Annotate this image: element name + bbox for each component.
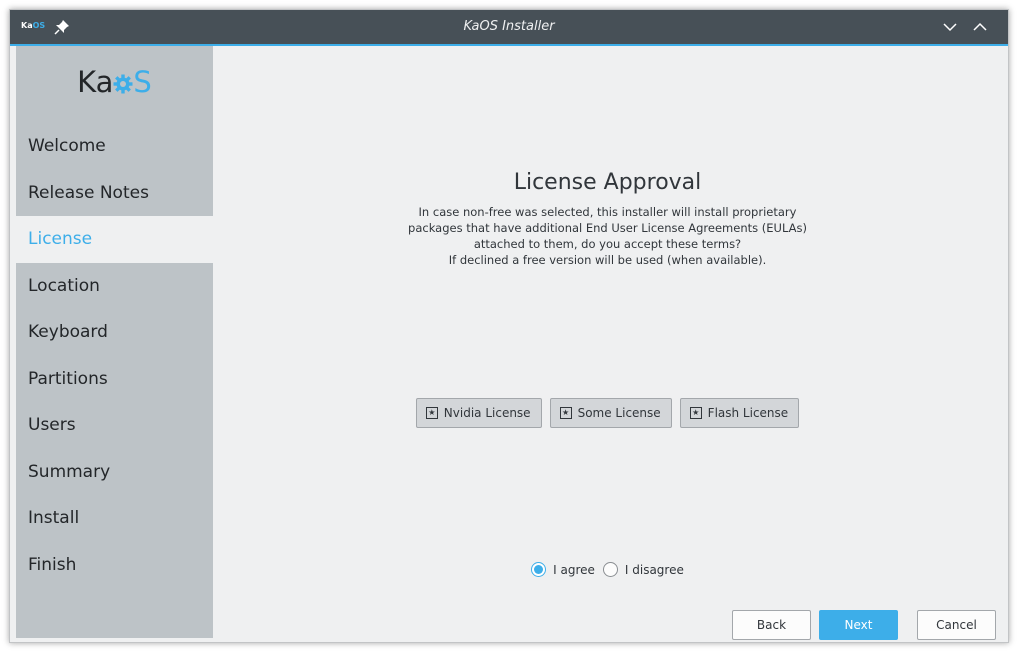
agreement-options: I agree I disagree	[213, 562, 1002, 577]
step-users[interactable]: Users	[16, 402, 213, 449]
disagree-radio[interactable]	[602, 562, 618, 577]
maximize-icon[interactable]	[972, 20, 988, 34]
window-title: KaOS Installer	[463, 19, 555, 34]
step-partitions[interactable]: Partitions	[16, 356, 213, 403]
next-button[interactable]: Next	[819, 610, 898, 640]
step-license[interactable]: License	[16, 216, 213, 263]
cancel-button[interactable]: Cancel	[917, 610, 996, 640]
back-button[interactable]: Back	[732, 610, 811, 640]
step-location[interactable]: Location	[16, 263, 213, 310]
step-finish[interactable]: Finish	[16, 542, 213, 589]
star-icon: ★	[425, 407, 438, 419]
some-license-button[interactable]: ★ Some License	[549, 398, 672, 428]
nvidia-license-button[interactable]: ★ Nvidia License	[415, 398, 542, 428]
step-welcome[interactable]: Welcome	[16, 123, 213, 170]
gear-icon	[113, 74, 133, 94]
disagree-option[interactable]: I disagree	[602, 562, 684, 577]
sidebar: Ka S Welcome Release Notes License Locat…	[16, 46, 213, 638]
kaos-logo: Ka S	[77, 65, 152, 99]
step-install[interactable]: Install	[16, 495, 213, 542]
step-summary[interactable]: Summary	[16, 449, 213, 496]
title-bar[interactable]: KaOS KaOS Installer	[10, 10, 1008, 46]
step-list: Welcome Release Notes License Location K…	[16, 123, 213, 588]
page-title: License Approval	[513, 170, 702, 195]
agree-radio[interactable]	[531, 562, 547, 577]
installer-window: KaOS KaOS Installer Ka S Welcome Release…	[9, 9, 1009, 643]
step-release-notes[interactable]: Release Notes	[16, 170, 213, 217]
star-icon: ★	[689, 407, 702, 419]
flash-license-button[interactable]: ★ Flash License	[679, 398, 800, 428]
main-content: License Approval In case non-free was se…	[213, 46, 1008, 642]
star-icon: ★	[559, 407, 572, 419]
minimize-icon[interactable]	[942, 20, 958, 34]
step-keyboard[interactable]: Keyboard	[16, 309, 213, 356]
license-buttons: ★ Nvidia License ★ Some License ★ Flash …	[213, 398, 1002, 428]
agree-option[interactable]: I agree	[531, 562, 595, 577]
license-description: In case non-free was selected, this inst…	[408, 205, 807, 267]
